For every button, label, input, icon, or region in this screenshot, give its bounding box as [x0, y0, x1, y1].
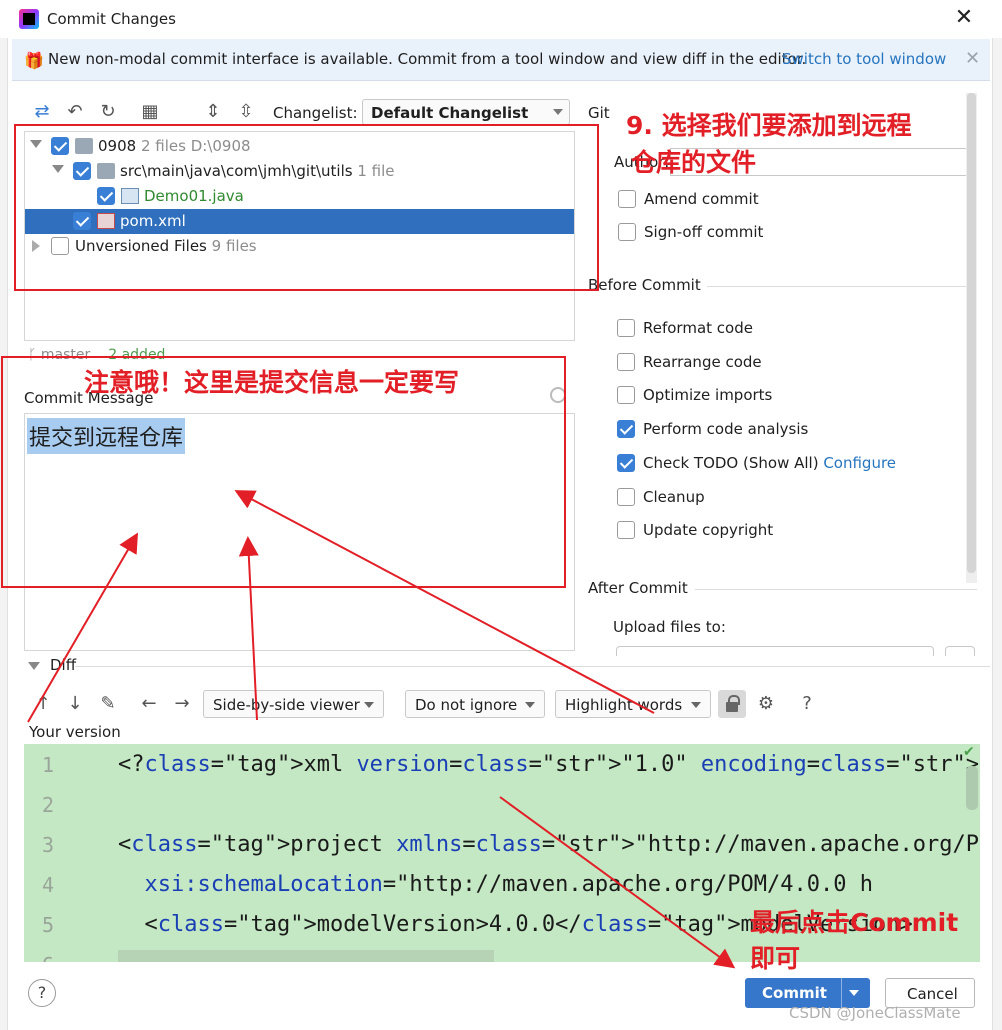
next-difference-icon[interactable]: ↓ [64, 692, 86, 716]
viewer-dropdown[interactable]: Side-by-side viewer [203, 690, 384, 718]
previous-difference-icon[interactable]: ↑ [32, 692, 54, 716]
horizontal-scrollbar[interactable] [118, 950, 494, 962]
title-bar: Commit Changes ✕ [0, 0, 1002, 38]
cleanup-label: Cleanup [643, 488, 705, 506]
update-copyright-label: Update copyright [643, 521, 774, 539]
show-diff-icon[interactable]: ⇄ [30, 100, 54, 124]
line-number: 3 [42, 833, 55, 857]
your-version-label: Your version [29, 723, 121, 741]
after-commit-title: After Commit [588, 579, 688, 597]
code-line: 4 xsi:schemaLocation="http://maven.apach… [24, 866, 980, 906]
help-button[interactable]: ? [28, 979, 56, 1007]
perform-code-analysis-checkbox[interactable] [617, 420, 635, 438]
check-todo-label: Check TODO (Show All) Configure [643, 454, 897, 472]
annotation-final-line1: 最后点击Commit [750, 908, 959, 937]
upload-settings-button[interactable] [945, 646, 975, 656]
optimize-imports-label: Optimize imports [643, 386, 773, 404]
perform-code-analysis-label: Perform code analysis [643, 420, 809, 438]
commit-options-chevron-icon[interactable] [849, 990, 859, 996]
switch-to-tool-window-link[interactable]: Switch to tool window [782, 50, 946, 68]
info-banner: 🎁 New non-modal commit interface is avai… [12, 39, 990, 81]
intellij-app-icon [19, 9, 39, 29]
sign-off-commit-checkbox[interactable] [618, 223, 636, 241]
reformat-code-label: Reformat code [643, 319, 753, 337]
scrollbar-thumb[interactable] [967, 93, 976, 573]
chevron-down-icon [364, 702, 374, 708]
divider [75, 666, 990, 667]
window-title: Commit Changes [47, 10, 176, 28]
annotation-final-line2: 即可 [750, 944, 801, 973]
highlight-dropdown[interactable]: Highlight words [555, 690, 711, 718]
diff-title: Diff [50, 656, 77, 674]
rearrange-code-checkbox[interactable] [617, 353, 635, 371]
changelist-value: Default Changelist [371, 104, 529, 122]
line-number: 1 [42, 753, 55, 777]
code-line: 3 <class="tag">project xmlns=class="str"… [24, 826, 980, 866]
chevron-down-icon [691, 702, 701, 708]
code-text: <?class="tag">xml version=class="str">"1… [118, 752, 980, 777]
cleanup-checkbox[interactable] [617, 488, 635, 506]
divider [695, 589, 977, 590]
code-text: <class="tag">project xmlns=class="str">"… [118, 832, 980, 857]
rearrange-code-label: Rearrange code [643, 353, 762, 371]
chevron-down-icon [525, 702, 535, 708]
next-file-icon[interactable]: → [171, 692, 193, 716]
expand-all-icon[interactable]: ⇕ [201, 100, 225, 124]
optimize-imports-checkbox[interactable] [617, 386, 635, 404]
ignore-whitespace-dropdown[interactable]: Do not ignore [405, 690, 545, 718]
line-number: 2 [42, 793, 55, 817]
options-scrollbar[interactable] [966, 93, 977, 583]
chevron-down-icon [553, 109, 563, 115]
git-section-title: Git [588, 104, 610, 122]
close-icon[interactable]: ✕ [952, 6, 976, 30]
check-icon: ✔ [963, 744, 975, 760]
lock-icon[interactable] [718, 690, 746, 718]
sign-off-commit-label: Sign-off commit [644, 223, 764, 241]
amend-commit-checkbox[interactable] [618, 190, 636, 208]
annotation-message-note: 注意哦！这里是提交信息一定要写 [84, 368, 460, 397]
line-number: 4 [42, 873, 55, 897]
gear-icon[interactable]: ⚙ [755, 692, 777, 716]
line-number: 6 [42, 953, 54, 962]
viewer-value: Side-by-side viewer [213, 696, 360, 714]
reformat-code-checkbox[interactable] [617, 319, 635, 337]
ignore-value: Do not ignore [415, 696, 518, 714]
configure-link[interactable]: Configure [823, 454, 896, 472]
right-window-edge [992, 0, 1002, 1030]
code-line: 1 <?class="tag">xml version=class="str">… [24, 746, 980, 786]
changelist-dropdown[interactable]: Default Changelist [362, 99, 570, 125]
edit-source-icon[interactable]: ✎ [97, 692, 119, 716]
refresh-icon[interactable]: ↻ [96, 100, 120, 124]
code-line: 2 [24, 786, 980, 826]
code-text: xsi:schemaLocation="http://maven.apache.… [144, 872, 874, 897]
help-icon[interactable]: ? [796, 692, 818, 716]
banner-close-icon[interactable]: ✕ [965, 48, 980, 69]
diff-collapse-icon[interactable] [28, 662, 40, 670]
rollback-icon[interactable]: ↶ [63, 100, 87, 124]
line-number: 5 [42, 913, 55, 937]
changelist-label: Changelist: [273, 104, 358, 122]
divider [707, 286, 977, 287]
check-todo-checkbox[interactable] [617, 454, 635, 472]
gift-icon: 🎁 [24, 51, 44, 70]
annotation-step9-line2: 仓库的文件 [631, 148, 757, 177]
collapse-all-icon[interactable]: ⇳ [234, 100, 258, 124]
annotation-step9-line1: 9. 选择我们要添加到远程 [626, 111, 912, 140]
annotation-box-files [14, 124, 599, 291]
amend-commit-label: Amend commit [644, 190, 759, 208]
vertical-scrollbar[interactable] [966, 766, 978, 810]
highlight-value: Highlight words [565, 696, 683, 714]
commit-button-label: Commit [762, 984, 827, 1002]
cancel-button-label: Cancel [907, 985, 958, 1003]
previous-file-icon[interactable]: ← [138, 692, 160, 716]
update-copyright-checkbox[interactable] [617, 521, 635, 539]
upload-files-label: Upload files to: [613, 618, 726, 636]
group-by-icon[interactable]: ▦ [138, 100, 162, 124]
banner-text: New non-modal commit interface is availa… [48, 50, 807, 68]
before-commit-title: Before Commit [588, 276, 701, 294]
watermark: CSDN @JoneClassMate [789, 1004, 961, 1022]
upload-server-dropdown[interactable] [616, 646, 934, 656]
